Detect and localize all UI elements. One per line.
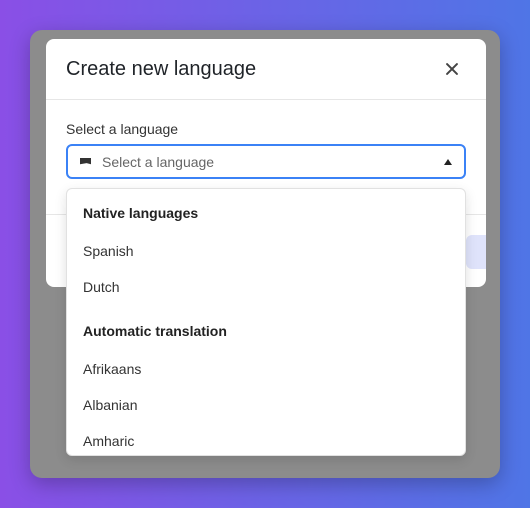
language-field-label: Select a language (66, 121, 179, 137)
group-heading-native: Native languages (83, 205, 199, 221)
footer-submit-button[interactable] (466, 235, 486, 269)
modal-title: Create new language (66, 57, 257, 80)
language-select-placeholder: Select a language (102, 153, 215, 170)
option-dutch[interactable]: Dutch (83, 279, 120, 295)
option-amharic[interactable]: Amharic (83, 433, 134, 449)
option-afrikaans[interactable]: Afrikaans (83, 361, 141, 377)
close-icon[interactable] (442, 59, 462, 79)
language-dropdown-menu: Native languages Spanish Dutch Automatic… (66, 188, 466, 456)
caret-up-icon[interactable] (444, 158, 452, 165)
flag-icon (80, 157, 91, 165)
option-spanish[interactable]: Spanish (83, 243, 134, 259)
modal-header: Create new language (46, 39, 486, 100)
group-heading-automatic: Automatic translation (83, 323, 227, 339)
option-albanian[interactable]: Albanian (83, 397, 138, 413)
language-select[interactable]: Select a language (66, 144, 466, 179)
